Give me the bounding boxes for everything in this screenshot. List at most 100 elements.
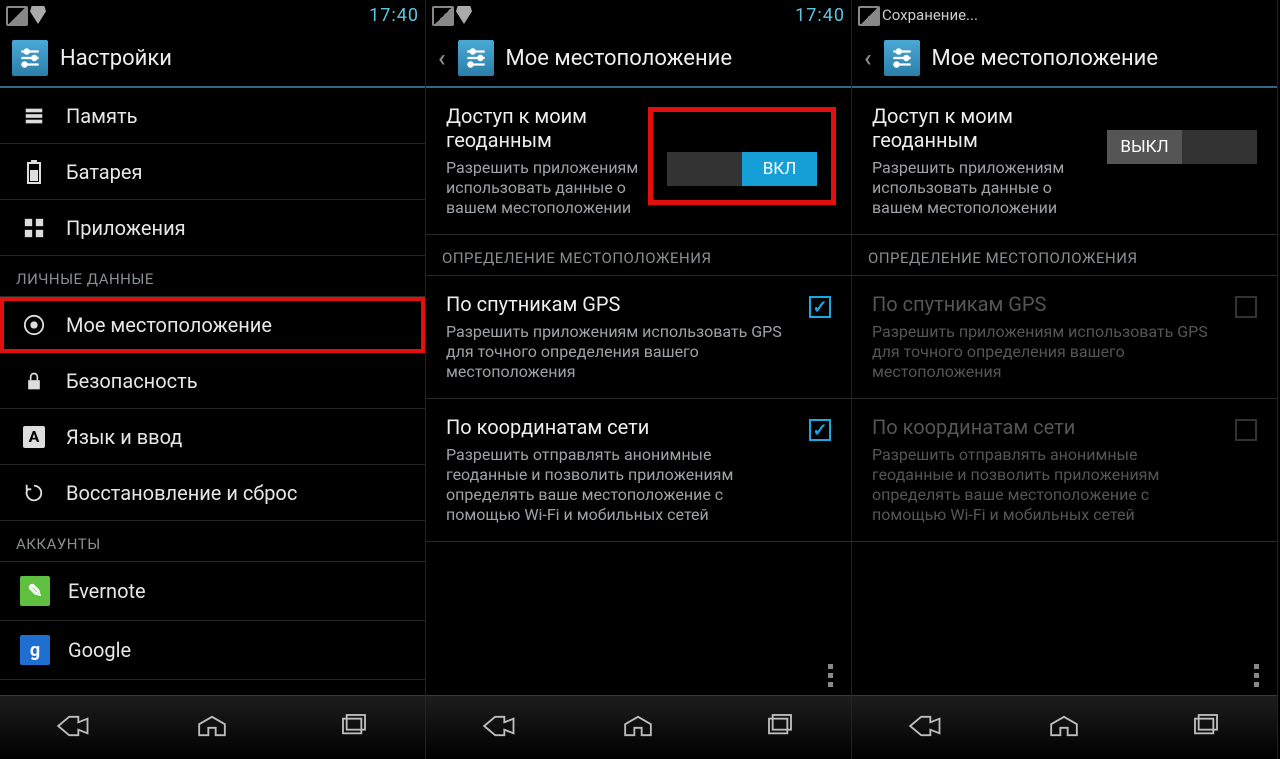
settings-security-label: Безопасность xyxy=(66,369,198,393)
page-title: Настройки xyxy=(60,46,172,71)
settings-icon xyxy=(458,40,494,76)
geo-access-title: Доступ к моим геоданным xyxy=(446,104,639,152)
status-bar: 17:40 xyxy=(0,0,425,30)
network-sub: Разрешить отправлять анонимные геоданные… xyxy=(446,445,795,525)
settings-language[interactable]: A Язык и ввод xyxy=(0,409,425,465)
section-accounts: АККАУНТЫ xyxy=(0,521,425,562)
settings-battery-label: Батарея xyxy=(66,160,142,184)
nav-recents[interactable] xyxy=(1184,712,1228,744)
back-icon[interactable]: ‹ xyxy=(864,44,872,72)
clock: 17:40 xyxy=(369,5,419,26)
phone-location-on: 17:40 ‹ Мое местоположение Доступ к моим… xyxy=(426,0,852,759)
saving-label: Сохранение... xyxy=(882,6,978,24)
network-checkbox[interactable] xyxy=(809,419,831,441)
back-icon[interactable]: ‹ xyxy=(438,44,446,72)
geo-access-row[interactable]: Доступ к моим геоданным Разрешить прилож… xyxy=(852,88,1277,235)
toggle-on-label: ВКЛ xyxy=(742,152,817,186)
lock-icon xyxy=(20,370,48,392)
settings-location-label: Мое местоположение xyxy=(66,313,272,337)
geo-access-row[interactable]: Доступ к моим геоданным Разрешить прилож… xyxy=(426,88,851,235)
settings-backup-label: Восстановление и сброс xyxy=(66,481,297,505)
location-icon xyxy=(20,314,48,336)
phone-location-off: Сохранение... ‹ Мое местоположение Досту… xyxy=(852,0,1278,759)
settings-icon xyxy=(12,40,48,76)
nav-home[interactable] xyxy=(1042,712,1086,744)
settings-apps[interactable]: Приложения xyxy=(0,200,425,256)
geo-access-toggle[interactable]: ВКЛ xyxy=(667,152,817,186)
gps-checkbox[interactable] xyxy=(809,296,831,318)
location-header[interactable]: ‹ Мое местоположение xyxy=(852,30,1277,88)
account-evernote-label: Evernote xyxy=(68,579,146,603)
evernote-icon: ✎ xyxy=(20,576,50,606)
geo-access-sub: Разрешить приложениям использовать данны… xyxy=(872,158,1093,218)
badge-icon xyxy=(456,6,474,24)
network-row[interactable]: По координатам сети Разрешить отправлять… xyxy=(426,399,851,542)
page-title: Мое местоположение xyxy=(932,46,1159,71)
location-list: Доступ к моим геоданным Разрешить прилож… xyxy=(852,88,1277,695)
settings-list: Память Батарея Приложения ЛИЧНЫЕ ДАННЫЕ … xyxy=(0,88,425,695)
apps-icon xyxy=(20,217,48,239)
gps-title: По спутникам GPS xyxy=(446,292,795,316)
geo-access-toggle[interactable]: ВЫКЛ xyxy=(1107,130,1257,164)
section-personal: ЛИЧНЫЕ ДАННЫЕ xyxy=(0,256,425,297)
settings-memory[interactable]: Память xyxy=(0,88,425,144)
nav-home[interactable] xyxy=(190,712,234,744)
gallery-icon xyxy=(6,6,24,24)
settings-location[interactable]: Мое местоположение xyxy=(0,297,425,353)
nav-bar xyxy=(0,695,425,759)
phone-settings: 17:40 Настройки Память Батарея Приложени… xyxy=(0,0,426,759)
gps-title: По спутникам GPS xyxy=(872,292,1221,316)
network-title: По координатам сети xyxy=(446,415,795,439)
nav-back[interactable] xyxy=(49,712,93,744)
nav-back[interactable] xyxy=(901,712,945,744)
settings-battery[interactable]: Батарея xyxy=(0,144,425,200)
location-header[interactable]: ‹ Мое местоположение xyxy=(426,30,851,88)
nav-recents[interactable] xyxy=(758,712,802,744)
status-bar: 17:40 xyxy=(426,0,851,30)
settings-security[interactable]: Безопасность xyxy=(0,353,425,409)
gps-checkbox xyxy=(1235,296,1257,318)
settings-header: Настройки xyxy=(0,30,425,88)
toggle-off-label xyxy=(667,152,742,186)
nav-recents[interactable] xyxy=(332,712,376,744)
storage-icon xyxy=(20,105,48,127)
clock: 17:40 xyxy=(795,5,845,26)
location-list: Доступ к моим геоданным Разрешить прилож… xyxy=(426,88,851,695)
status-bar: Сохранение... xyxy=(852,0,1277,30)
network-sub: Разрешить отправлять анонимные геоданные… xyxy=(872,445,1221,525)
gps-row[interactable]: По спутникам GPS Разрешить приложениям и… xyxy=(426,276,851,399)
toggle-off-label: ВЫКЛ xyxy=(1107,130,1182,164)
gallery-icon xyxy=(432,6,450,24)
language-icon: A xyxy=(20,426,48,448)
google-icon: g xyxy=(20,635,50,665)
gallery-icon xyxy=(858,6,876,24)
settings-apps-label: Приложения xyxy=(66,216,186,240)
gps-row: По спутникам GPS Разрешить приложениям и… xyxy=(852,276,1277,399)
badge-icon xyxy=(30,6,48,24)
gps-sub: Разрешить приложениям использовать GPS д… xyxy=(446,322,795,382)
network-checkbox xyxy=(1235,419,1257,441)
network-row: По координатам сети Разрешить отправлять… xyxy=(852,399,1277,542)
geo-access-title: Доступ к моим геоданным xyxy=(872,104,1093,152)
restore-icon xyxy=(20,482,48,504)
account-evernote[interactable]: ✎ Evernote xyxy=(0,562,425,621)
nav-bar xyxy=(852,695,1277,759)
network-title: По координатам сети xyxy=(872,415,1221,439)
overflow-menu-icon[interactable] xyxy=(828,664,833,687)
geo-access-sub: Разрешить приложениям использовать данны… xyxy=(446,158,639,218)
nav-bar xyxy=(426,695,851,759)
settings-language-label: Язык и ввод xyxy=(66,425,182,449)
account-google[interactable]: g Google xyxy=(0,621,425,680)
section-detect: ОПРЕДЕЛЕНИЕ МЕСТОПОЛОЖЕНИЯ xyxy=(426,235,851,276)
settings-backup[interactable]: Восстановление и сброс xyxy=(0,465,425,521)
section-detect: ОПРЕДЕЛЕНИЕ МЕСТОПОЛОЖЕНИЯ xyxy=(852,235,1277,276)
settings-memory-label: Память xyxy=(66,104,137,128)
nav-back[interactable] xyxy=(475,712,519,744)
overflow-menu-icon[interactable] xyxy=(1254,664,1259,687)
account-google-label: Google xyxy=(68,638,131,662)
page-title: Мое местоположение xyxy=(506,46,733,71)
gps-sub: Разрешить приложениям использовать GPS д… xyxy=(872,322,1221,382)
battery-settings-icon xyxy=(20,160,48,184)
toggle-on-label xyxy=(1182,130,1257,164)
nav-home[interactable] xyxy=(616,712,660,744)
